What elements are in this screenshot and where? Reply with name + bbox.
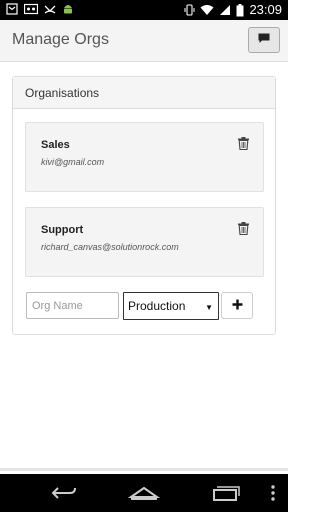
vibrate-icon xyxy=(184,4,195,16)
app-bar: Manage Orgs xyxy=(0,20,288,62)
recents-icon[interactable] xyxy=(210,483,240,508)
chat-button[interactable] xyxy=(248,27,280,53)
org-card: Sales kivi@gmail.com xyxy=(25,122,264,192)
missed-call-icon xyxy=(44,3,56,15)
org-email: kivi@gmail.com xyxy=(41,157,105,167)
panel-heading: Organisations xyxy=(13,77,275,109)
org-name: Support xyxy=(41,224,84,236)
battery-icon xyxy=(236,3,244,17)
wifi-icon xyxy=(200,4,214,16)
trash-icon[interactable] xyxy=(238,137,249,155)
add-org-button[interactable] xyxy=(221,292,253,319)
overflow-menu-icon[interactable] xyxy=(270,483,276,508)
environment-select[interactable]: Production ▼ xyxy=(123,292,219,320)
trash-icon[interactable] xyxy=(238,222,249,240)
status-time: 23:09 xyxy=(249,2,282,17)
navigation-bar xyxy=(0,474,288,512)
org-name-input[interactable] xyxy=(26,292,119,319)
environment-select-value: Production xyxy=(128,299,186,313)
plus-icon xyxy=(232,297,243,315)
org-card: Support richard_canvas@solutionrock.com xyxy=(25,207,264,277)
page-title: Manage Orgs xyxy=(12,31,109,48)
org-name: Sales xyxy=(41,139,70,151)
notification-icon xyxy=(6,2,18,15)
status-bar: 23:09 xyxy=(0,0,288,20)
android-icon xyxy=(62,2,74,15)
chat-icon xyxy=(258,31,270,49)
home-icon[interactable] xyxy=(127,483,161,508)
dropdown-arrow-icon: ▼ xyxy=(205,303,213,312)
divider xyxy=(0,468,288,471)
organisations-panel: Organisations Sales kivi@gmail.com Suppo… xyxy=(12,76,276,335)
back-icon[interactable] xyxy=(50,483,78,508)
signal-icon xyxy=(219,4,231,16)
voicemail-icon xyxy=(24,3,38,15)
org-email: richard_canvas@solutionrock.com xyxy=(41,242,179,252)
